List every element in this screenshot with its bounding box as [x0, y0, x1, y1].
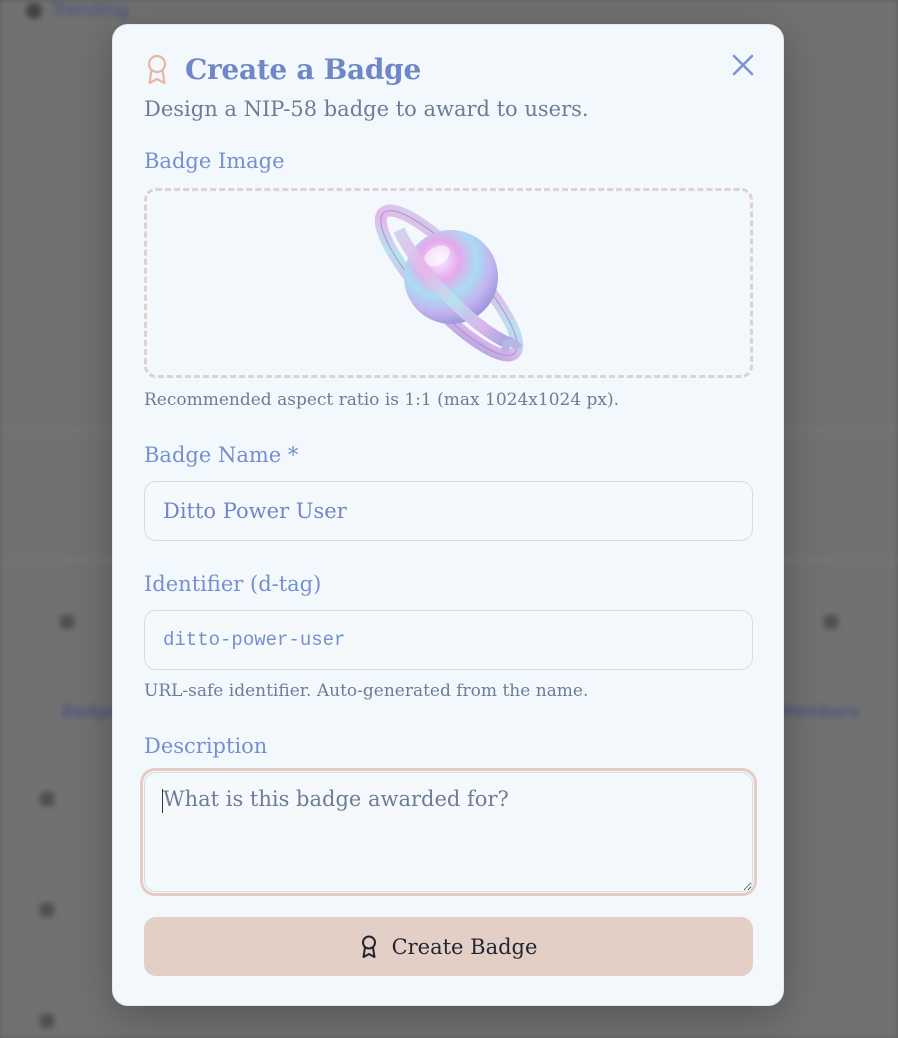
create-badge-dialog: Create a Badge Design a NIP-58 badge to … [112, 24, 784, 1006]
badge-image-hint: Recommended aspect ratio is 1:1 (max 102… [144, 390, 620, 410]
badge-image-dropzone[interactable] [144, 188, 753, 378]
identifier-input[interactable] [144, 610, 753, 670]
close-icon[interactable] [729, 51, 757, 79]
text-caret [162, 789, 163, 813]
award-ribbon-icon [361, 935, 376, 958]
badge-image-preview [374, 204, 523, 362]
badge-image-label: Badge Image [144, 149, 285, 173]
description-textarea[interactable] [144, 772, 753, 892]
description-label: Description [144, 734, 268, 758]
dialog-header: Create a Badge [145, 53, 421, 86]
badge-name-input[interactable] [144, 481, 753, 541]
badge-name-label: Badge Name * [144, 443, 299, 467]
identifier-label: Identifier (d-tag) [144, 572, 322, 596]
create-badge-button-label: Create Badge [391, 934, 538, 959]
dialog-subtitle: Design a NIP-58 badge to award to users. [144, 97, 589, 121]
award-ribbon-icon [147, 54, 167, 84]
create-badge-button[interactable]: Create Badge [144, 917, 753, 976]
dialog-title: Create a Badge [185, 53, 421, 86]
identifier-hint: URL-safe identifier. Auto-generated from… [144, 681, 589, 701]
